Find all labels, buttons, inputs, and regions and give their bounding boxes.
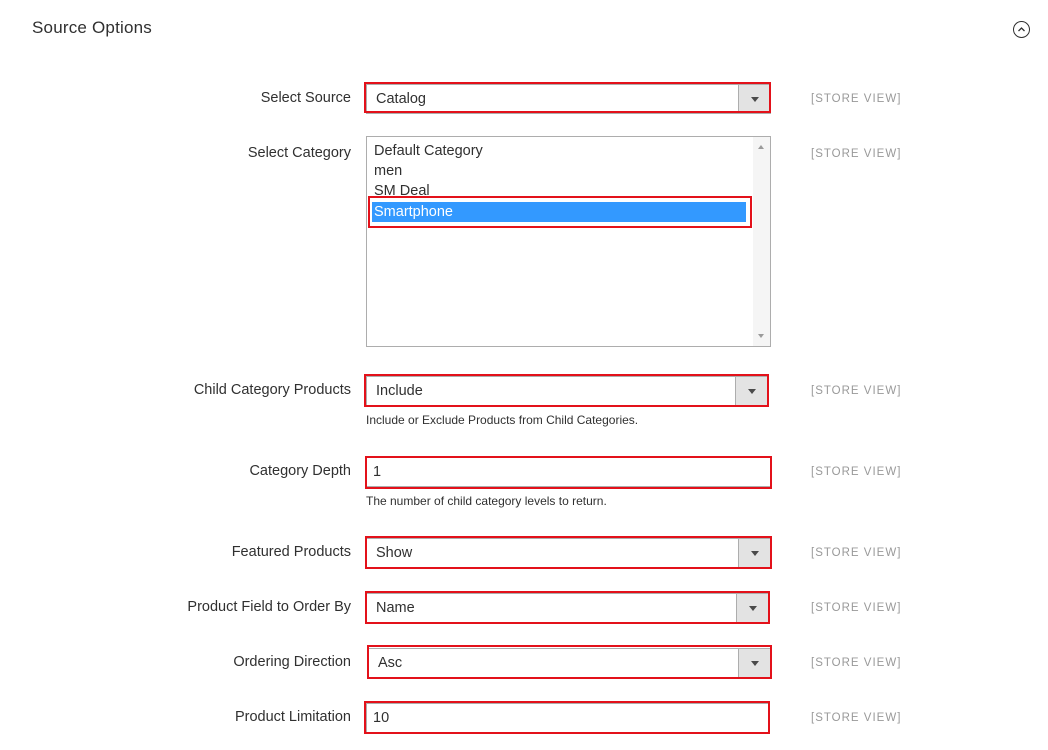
select-category-label: Select Category	[247, 145, 351, 161]
child-category-products-scope: [STORE VIEW]	[811, 385, 902, 397]
select-source-label: Select Source	[260, 90, 351, 106]
child-category-products-note: Include or Exclude Products from Child C…	[366, 413, 639, 427]
ordering-direction-label: Ordering Direction	[233, 654, 351, 670]
child-category-products-value: Include	[376, 383, 423, 399]
ordering-direction-value: Asc	[378, 655, 403, 671]
source-options-panel: Source Options Select Source Catalog [ST…	[0, 0, 1048, 750]
ordering-direction-scope: [STORE VIEW]	[811, 657, 902, 669]
chevron-up-icon	[1018, 27, 1025, 32]
order-by-dropdown-arrow[interactable]	[736, 594, 768, 622]
section-title: Source Options	[32, 18, 152, 37]
select-source-dropdown-arrow[interactable]	[738, 85, 770, 113]
category-depth-value: 1	[373, 464, 382, 480]
category-option-men[interactable]: men	[374, 163, 402, 179]
product-limitation-scope: [STORE VIEW]	[811, 712, 902, 724]
category-depth-note: The number of child category levels to r…	[366, 494, 607, 508]
select-source-select[interactable]: Catalog	[366, 84, 771, 114]
featured-products-value: Show	[376, 545, 413, 561]
product-limitation-input[interactable]: 10	[366, 703, 769, 733]
category-option-smartphone[interactable]: Smartphone	[372, 202, 746, 222]
child-category-products-dropdown-arrow[interactable]	[735, 377, 767, 405]
product-limitation-label: Product Limitation	[234, 709, 351, 725]
order-by-label: Product Field to Order By	[187, 599, 351, 615]
featured-products-dropdown-arrow[interactable]	[738, 539, 770, 567]
category-depth-input[interactable]: 1	[366, 457, 771, 487]
category-option-sm-deal[interactable]: SM Deal	[374, 183, 430, 199]
category-depth-label: Category Depth	[249, 463, 351, 479]
ordering-direction-select[interactable]: Asc	[368, 648, 771, 678]
category-option-default[interactable]: Default Category	[374, 143, 483, 159]
order-by-scope: [STORE VIEW]	[811, 602, 902, 614]
scroll-up-icon[interactable]	[758, 145, 764, 149]
featured-products-select[interactable]: Show	[366, 538, 771, 568]
child-category-products-select[interactable]: Include	[366, 376, 768, 406]
select-source-scope: [STORE VIEW]	[811, 93, 902, 105]
order-by-value: Name	[376, 600, 415, 616]
select-category-scope: [STORE VIEW]	[811, 148, 902, 160]
select-category-listbox[interactable]: Default Category men SM Deal Smartphone	[366, 136, 771, 347]
listbox-scrollbar[interactable]	[753, 137, 770, 346]
scroll-down-icon[interactable]	[758, 334, 764, 338]
ordering-direction-dropdown-arrow[interactable]	[738, 649, 770, 677]
select-source-value: Catalog	[376, 91, 426, 107]
collapse-section-icon[interactable]	[1013, 21, 1030, 38]
product-limitation-value: 10	[373, 710, 390, 726]
child-category-products-label: Child Category Products	[193, 382, 351, 398]
order-by-select[interactable]: Name	[366, 593, 769, 623]
featured-products-label: Featured Products	[231, 544, 351, 560]
featured-products-scope: [STORE VIEW]	[811, 547, 902, 559]
category-depth-scope: [STORE VIEW]	[811, 466, 902, 478]
